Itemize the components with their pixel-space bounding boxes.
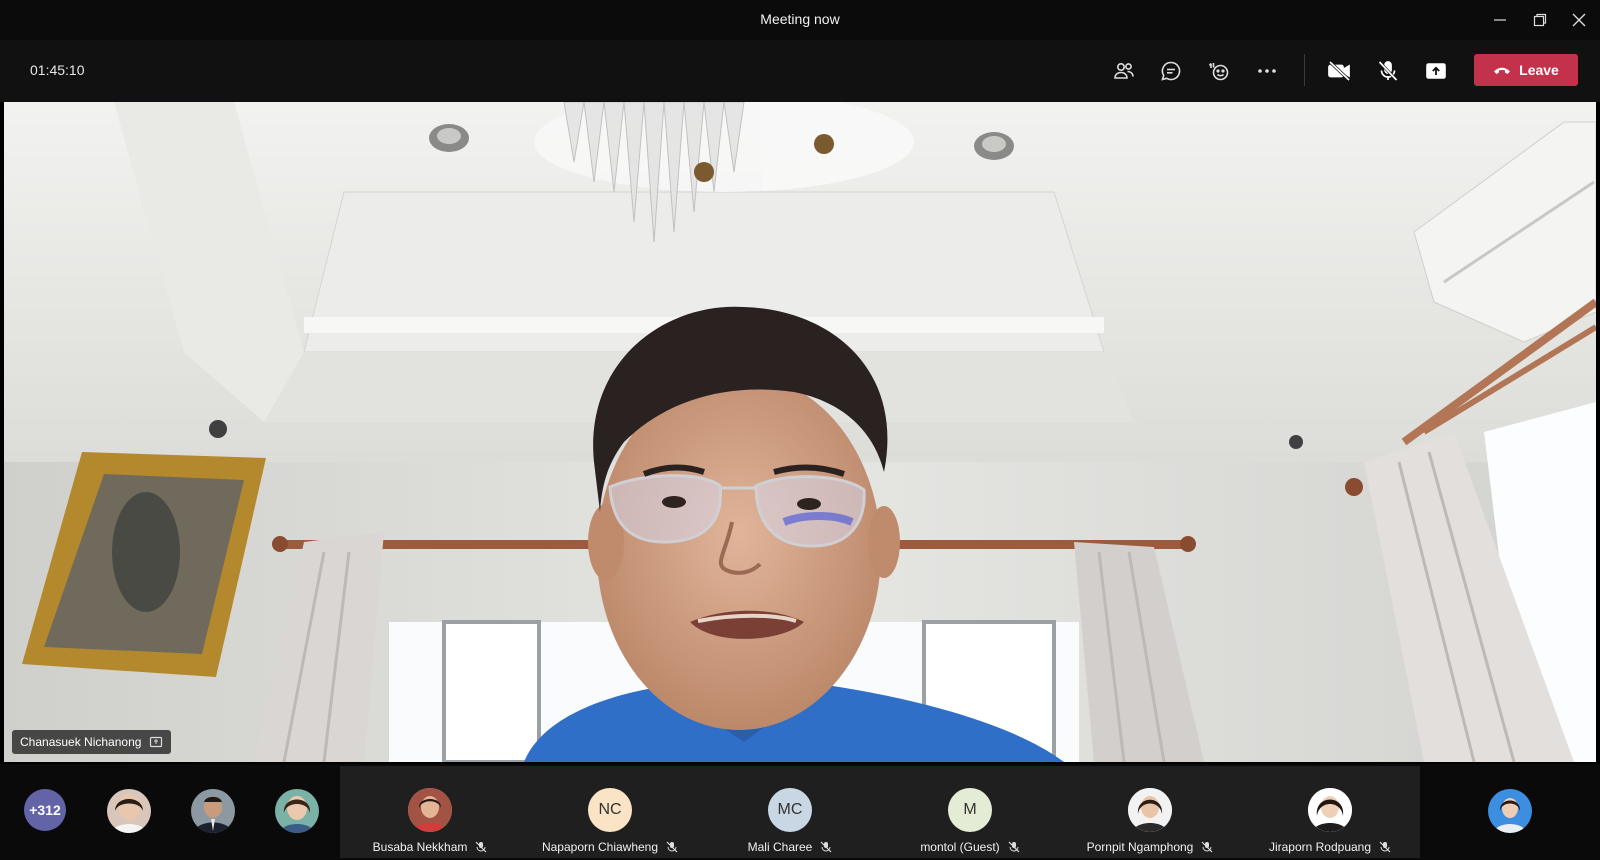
mic-muted-icon (1379, 841, 1391, 853)
speaker-video-feed (4, 102, 1596, 762)
meeting-timer: 01:45:10 (30, 62, 85, 78)
participant-name: Busaba Nekkham (372, 840, 468, 854)
participant-name: Jiraporn Rodpuang (1268, 840, 1372, 854)
mic-off-icon[interactable] (1371, 54, 1405, 88)
participant-name: montol (Guest) (920, 840, 1000, 854)
mic-muted-icon (1201, 841, 1213, 853)
participant-tile[interactable]: NC Napaporn Chiawheng (520, 766, 700, 858)
avatar-thumbnail[interactable] (107, 789, 151, 833)
reactions-icon[interactable] (1202, 54, 1236, 88)
pin-icon[interactable] (149, 735, 163, 749)
participants-icon[interactable] (1107, 54, 1141, 88)
title-bar: Meeting now (0, 0, 1600, 40)
avatar-thumbnail[interactable] (191, 789, 235, 833)
participant-name: Mali Charee (747, 840, 813, 854)
mic-muted-icon (475, 841, 487, 853)
participant-tile[interactable]: Busaba Nekkham (340, 766, 520, 858)
meeting-toolbar: 01:45:10 Leave (0, 40, 1600, 102)
participant-strip: +312 Busaba Nekkham NC Napaporn Chiawhen… (0, 764, 1600, 860)
camera-off-icon[interactable] (1323, 54, 1357, 88)
leave-label: Leave (1519, 62, 1559, 78)
avatar-thumbnail[interactable] (275, 789, 319, 833)
chat-icon[interactable] (1154, 54, 1188, 88)
toolbar-divider (1304, 54, 1305, 86)
avatar (1308, 788, 1352, 832)
window-title: Meeting now (760, 11, 840, 27)
participant-tile[interactable]: Pornpit Ngamphong (1060, 766, 1240, 858)
speaker-name-tag: Chanasuek Nichanong (12, 730, 172, 754)
main-video: Chanasuek Nichanong (4, 102, 1596, 762)
avatar-initials: MC (768, 788, 812, 832)
avatar-initials: M (948, 788, 992, 832)
participant-tile[interactable]: M montol (Guest) (880, 766, 1060, 858)
more-options-icon[interactable] (1250, 54, 1284, 88)
speaker-name: Chanasuek Nichanong (20, 735, 142, 749)
mic-muted-icon (1008, 841, 1020, 853)
leave-button[interactable]: Leave (1474, 54, 1578, 86)
participant-name: Napaporn Chiawheng (541, 840, 659, 854)
hang-up-icon (1494, 67, 1511, 74)
participant-tile[interactable]: Jiraporn Rodpuang (1240, 766, 1420, 858)
mic-muted-icon (820, 841, 832, 853)
minimize-icon[interactable] (1488, 8, 1512, 32)
avatar (408, 788, 452, 832)
share-screen-icon[interactable] (1419, 54, 1453, 88)
mic-muted-icon (666, 841, 678, 853)
participant-name: Pornpit Ngamphong (1086, 840, 1194, 854)
avatar-initials: NC (588, 788, 632, 832)
close-icon[interactable] (1567, 8, 1591, 32)
restore-icon[interactable] (1528, 8, 1552, 32)
avatar (1128, 788, 1172, 832)
self-view-avatar[interactable] (1488, 789, 1532, 833)
overflow-count-badge[interactable]: +312 (24, 789, 66, 831)
participant-tile[interactable]: MC Mali Charee (700, 766, 880, 858)
